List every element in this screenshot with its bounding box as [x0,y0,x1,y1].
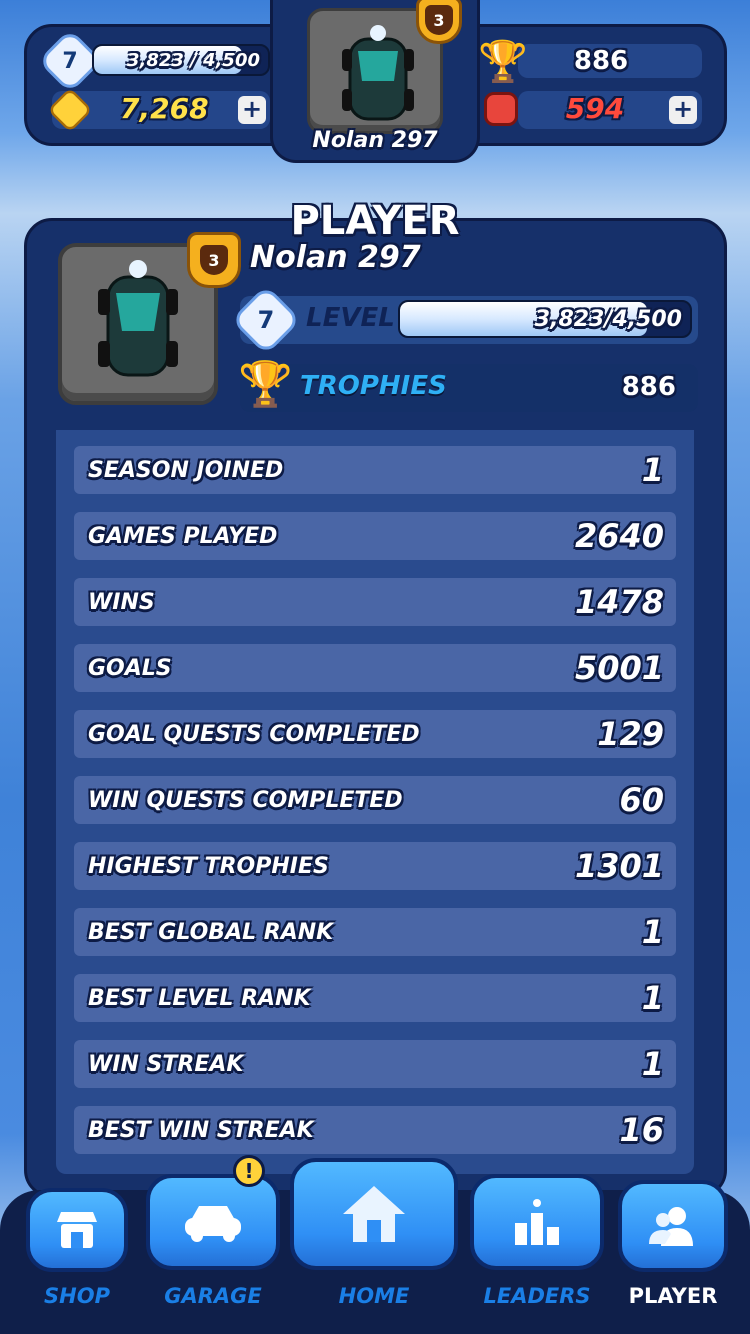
stat-label: GOAL QUESTS COMPLETED [88,721,420,747]
hud-xp-bar: 3,823 / 4,500 [92,44,270,76]
player-rank-badge: 3 [187,232,241,288]
stat-label: BEST WIN STREAK [88,1117,314,1143]
stat-value: 1 [641,913,664,951]
profile-icon [649,1207,693,1246]
gems-value: 594 [565,92,625,125]
stat-label: GAMES PLAYED [88,523,278,549]
stat-row: HIGHEST TROPHIES 1301 [74,842,676,890]
shop-icon [57,1212,97,1248]
nav-garage-label: GARAGE [164,1284,262,1308]
add-gems-button[interactable]: + [669,96,697,124]
hud-player-name: Nolan 297 [312,128,438,153]
stat-label: BEST GLOBAL RANK [88,919,334,945]
level-label: LEVEL [306,303,395,333]
stat-row: GOAL QUESTS COMPLETED 129 [74,710,676,758]
car-icon [185,1206,241,1242]
nav-player-button[interactable] [618,1180,728,1272]
player-xp-bar: 3,823/4,500 [398,300,692,338]
nav-garage-button[interactable] [146,1174,280,1270]
stat-row: BEST LEVEL RANK 1 [74,974,676,1022]
coins-value: 7,268 [120,92,209,125]
stat-value: 1 [641,451,664,489]
trophy-icon: 🏆 [238,359,293,410]
stat-value: 1301 [574,847,664,885]
hud-rank-badge: 3 [416,0,462,44]
stat-row: WINS 1478 [74,578,676,626]
stat-label: WIN QUESTS COMPLETED [88,787,403,813]
stat-row: WIN STREAK 1 [74,1040,676,1088]
player-level: 7 [257,306,275,334]
stat-label: WIN STREAK [88,1051,244,1077]
stat-label: HIGHEST TROPHIES [88,853,329,879]
stat-label: BEST LEVEL RANK [88,985,311,1011]
stat-value: 129 [597,715,664,753]
nav-shop-button[interactable] [26,1188,128,1272]
trophies-label: TROPHIES [300,371,447,401]
stat-label: WINS [88,589,155,615]
hud-level: 7 [62,48,78,74]
trophies-value: 886 [621,372,676,402]
stat-value: 1 [641,979,664,1017]
stat-value: 1478 [574,583,664,621]
nav-leaders-label: LEADERS [483,1284,591,1308]
stat-row: WIN QUESTS COMPLETED 60 [74,776,676,824]
nav-leaders-button[interactable] [470,1174,604,1270]
stats-list[interactable]: SEASON JOINED 1 GAMES PLAYED 2640 WINS 1478 GO… [56,430,694,1174]
stat-value: 16 [619,1111,664,1149]
stat-row: BEST WIN STREAK 16 [74,1106,676,1154]
stat-value: 2640 [574,517,664,555]
player-xp-text: 3,823/4,500 [534,306,682,332]
stat-row: BEST GLOBAL RANK 1 [74,908,676,956]
stat-value: 1 [641,1045,664,1083]
panel-title: PLAYER [290,198,460,244]
player-name: Nolan 297 [250,240,421,275]
leaderboard-icon [515,1199,559,1245]
stat-row: GOALS 5001 [74,644,676,692]
nav-home-label: HOME [338,1284,410,1308]
stat-row: SEASON JOINED 1 [74,446,676,494]
nav-shop-label: SHOP [44,1284,110,1308]
hud-trophies-value: 886 [573,46,629,76]
hud-xp-text: 3,823 / 4,500 [127,49,260,71]
home-icon [343,1186,405,1242]
stat-label: GOALS [88,655,172,681]
add-coins-button[interactable]: + [238,96,266,124]
garage-alert-badge: ! [233,1155,265,1187]
stat-label: SEASON JOINED [88,457,284,483]
stat-row: GAMES PLAYED 2640 [74,512,676,560]
nav-player-label: PLAYER [628,1284,718,1308]
nav-home-button[interactable] [290,1158,458,1270]
stat-value: 5001 [574,649,664,687]
gem-icon [484,92,518,126]
stat-value: 60 [619,781,664,819]
